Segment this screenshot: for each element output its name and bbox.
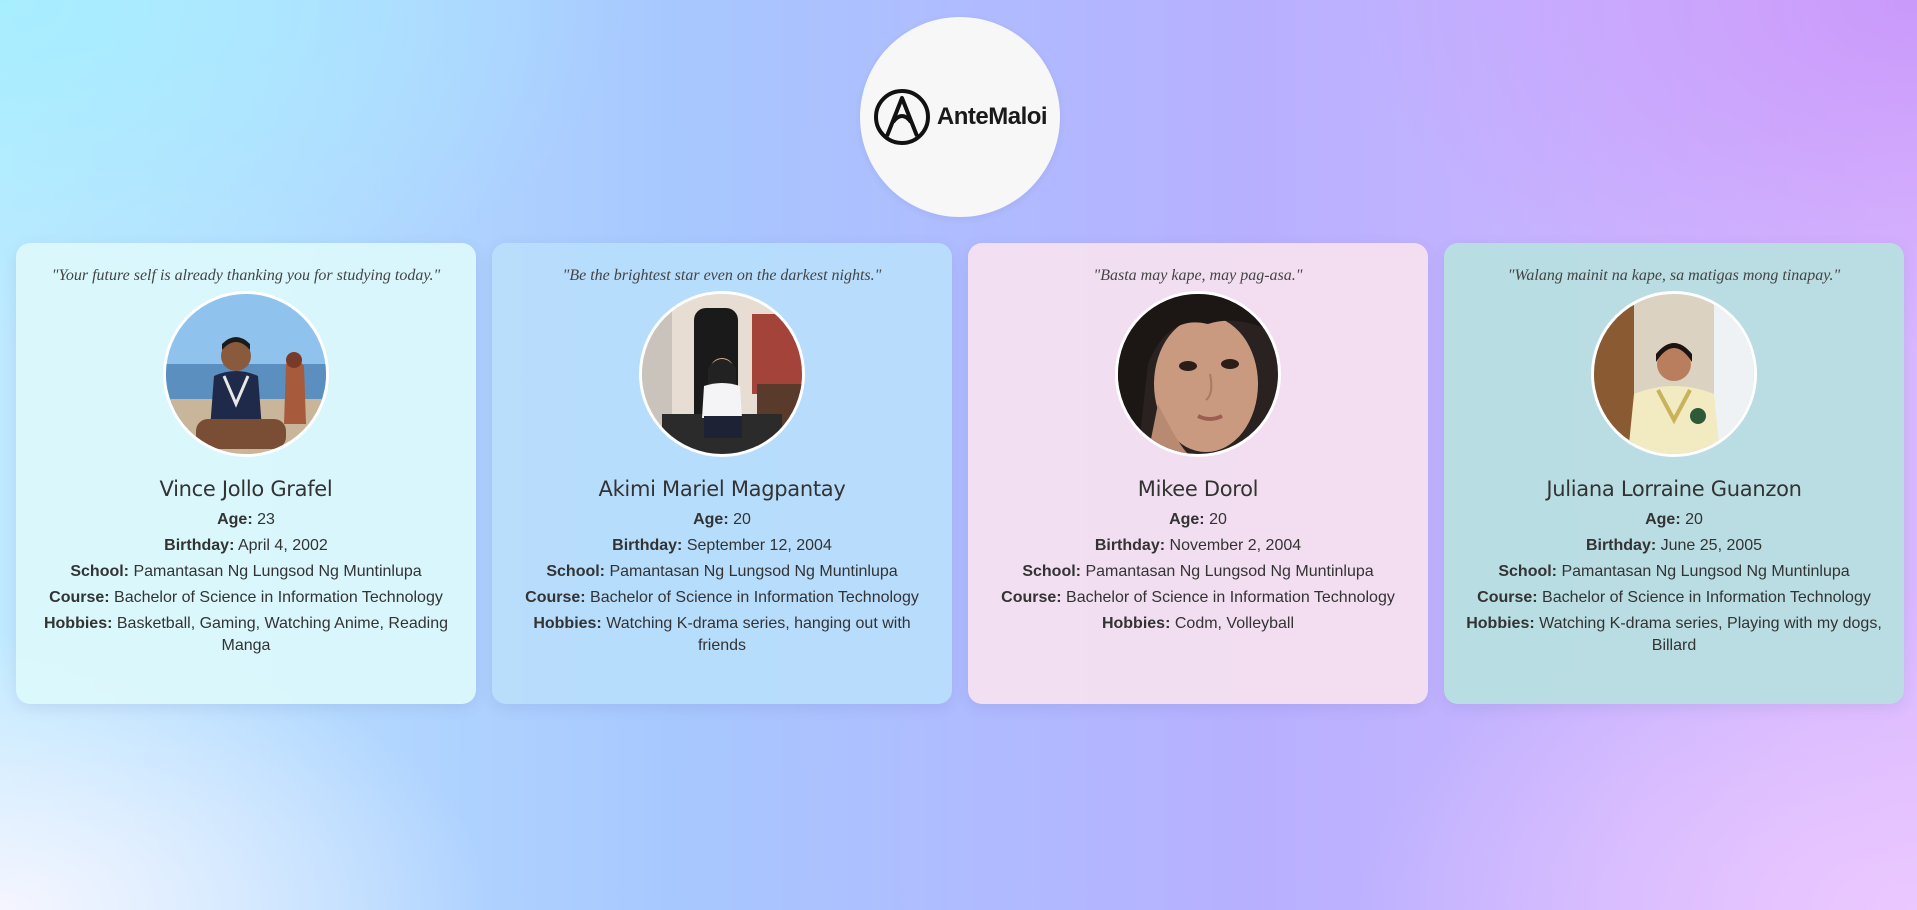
brand-name: AnteMaloi (936, 103, 1048, 130)
course-value: Bachelor of Science in Information Techn… (1066, 589, 1395, 606)
course-label: Course: (49, 589, 110, 606)
antemaloi-logo-icon (873, 88, 931, 146)
school-value: Pamantasan Ng Lungsod Ng Muntinlupa (1561, 563, 1850, 580)
hobbies-value: Watching K-drama series, hanging out wit… (606, 615, 911, 654)
profile-card: "Basta may kape, may pag-asa." Mikee Dor… (968, 243, 1428, 704)
brand-logo: AnteMaloi (873, 88, 1048, 146)
course-label: Course: (525, 589, 586, 606)
profile-card: "Be the brightest star even on the darke… (492, 243, 952, 704)
profile-course: Course: Bachelor of Science in Informati… (1001, 587, 1395, 609)
course-value: Bachelor of Science in Information Techn… (590, 589, 919, 606)
profile-name: Vince Jollo Grafel (159, 477, 333, 501)
profile-school: School: Pamantasan Ng Lungsod Ng Muntinl… (514, 561, 930, 583)
profile-birthday: Birthday: June 25, 2005 (1466, 535, 1882, 557)
course-label: Course: (1001, 589, 1062, 606)
hobbies-value: Basketball, Gaming, Watching Anime, Read… (116, 615, 449, 654)
profile-cards: "Your future self is already thanking yo… (16, 243, 1904, 704)
birthday-label: Birthday: (1094, 537, 1166, 554)
school-label: School: (1022, 563, 1081, 580)
profile-course: Course: Bachelor of Science in Informati… (38, 587, 454, 609)
profile-photo (1591, 291, 1757, 457)
hobbies-label: Hobbies: (43, 615, 113, 632)
profile-age: Age: 20 (514, 509, 930, 531)
hobbies-label: Hobbies: (1101, 615, 1171, 632)
hobbies-value: Watching K-drama series, Playing with my… (1539, 615, 1882, 654)
profile-quote: "Be the brightest star even on the darke… (562, 267, 882, 284)
profile-hobbies: Hobbies: Watching K-drama series, hangin… (514, 613, 930, 657)
profile-birthday: Birthday: November 2, 2004 (1001, 535, 1395, 557)
profile-quote: "Basta may kape, may pag-asa." (1093, 267, 1303, 284)
profile-course: Course: Bachelor of Science in Informati… (1466, 587, 1882, 609)
profile-details: Age: 23 Birthday: April 4, 2002 School: … (38, 505, 454, 657)
profile-quote: "Walang mainit na kape, sa matigas mong … (1507, 267, 1841, 284)
profile-details: Age: 20 Birthday: November 2, 2004 Schoo… (1001, 505, 1395, 635)
hobbies-label: Hobbies: (533, 615, 602, 632)
profile-school: School: Pamantasan Ng Lungsod Ng Muntinl… (1466, 561, 1882, 583)
age-value: 20 (733, 511, 751, 528)
profile-name: Akimi Mariel Magpantay (598, 477, 846, 501)
profile-details: Age: 20 Birthday: June 25, 2005 School: … (1466, 505, 1882, 657)
age-value: 23 (257, 511, 275, 528)
profile-name: Juliana Lorraine Guanzon (1546, 477, 1802, 501)
age-value: 20 (1209, 511, 1227, 528)
profile-age: Age: 20 (1001, 509, 1395, 531)
profile-photo (1115, 291, 1281, 457)
school-value: Pamantasan Ng Lungsod Ng Muntinlupa (133, 563, 422, 580)
profile-birthday: Birthday: September 12, 2004 (514, 535, 930, 557)
profile-name: Mikee Dorol (1137, 477, 1259, 501)
birthday-label: Birthday: (612, 537, 683, 554)
profile-card: "Walang mainit na kape, sa matigas mong … (1444, 243, 1904, 704)
profile-hobbies: Hobbies: Codm, Volleyball (1001, 613, 1395, 635)
course-label: Course: (1477, 589, 1538, 606)
profile-hobbies: Hobbies: Basketball, Gaming, Watching An… (38, 613, 454, 657)
course-value: Bachelor of Science in Information Techn… (114, 589, 443, 606)
school-label: School: (70, 563, 130, 580)
age-label: Age: (1645, 511, 1681, 528)
birthday-value: April 4, 2002 (237, 537, 328, 554)
birthday-value: November 2, 2004 (1169, 537, 1302, 554)
school-label: School: (546, 563, 606, 580)
profile-card: "Your future self is already thanking yo… (16, 243, 476, 704)
profile-birthday: Birthday: April 4, 2002 (38, 535, 454, 557)
profile-school: School: Pamantasan Ng Lungsod Ng Muntinl… (38, 561, 454, 583)
school-value: Pamantasan Ng Lungsod Ng Muntinlupa (609, 563, 898, 580)
age-label: Age: (1169, 511, 1205, 528)
profile-photo (639, 291, 805, 457)
profile-age: Age: 23 (38, 509, 454, 531)
age-label: Age: (217, 511, 253, 528)
age-label: Age: (693, 511, 729, 528)
course-value: Bachelor of Science in Information Techn… (1542, 589, 1871, 606)
profile-quote: "Your future self is already thanking yo… (51, 267, 441, 284)
school-label: School: (1498, 563, 1558, 580)
profile-details: Age: 20 Birthday: September 12, 2004 Sch… (514, 505, 930, 657)
profile-hobbies: Hobbies: Watching K-drama series, Playin… (1466, 613, 1882, 657)
school-value: Pamantasan Ng Lungsod Ng Muntinlupa (1085, 563, 1374, 580)
birthday-label: Birthday: (1585, 537, 1657, 554)
age-value: 20 (1685, 511, 1703, 528)
profile-photo (163, 291, 329, 457)
birthday-value: September 12, 2004 (686, 537, 832, 554)
profile-school: School: Pamantasan Ng Lungsod Ng Muntinl… (1001, 561, 1395, 583)
profile-course: Course: Bachelor of Science in Informati… (514, 587, 930, 609)
profile-age: Age: 20 (1466, 509, 1882, 531)
birthday-value: June 25, 2005 (1660, 537, 1763, 554)
brand-logo-badge: AnteMaloi (860, 17, 1060, 217)
hobbies-value: Codm, Volleyball (1174, 615, 1295, 632)
birthday-label: Birthday: (164, 537, 235, 554)
hobbies-label: Hobbies: (1466, 615, 1535, 632)
